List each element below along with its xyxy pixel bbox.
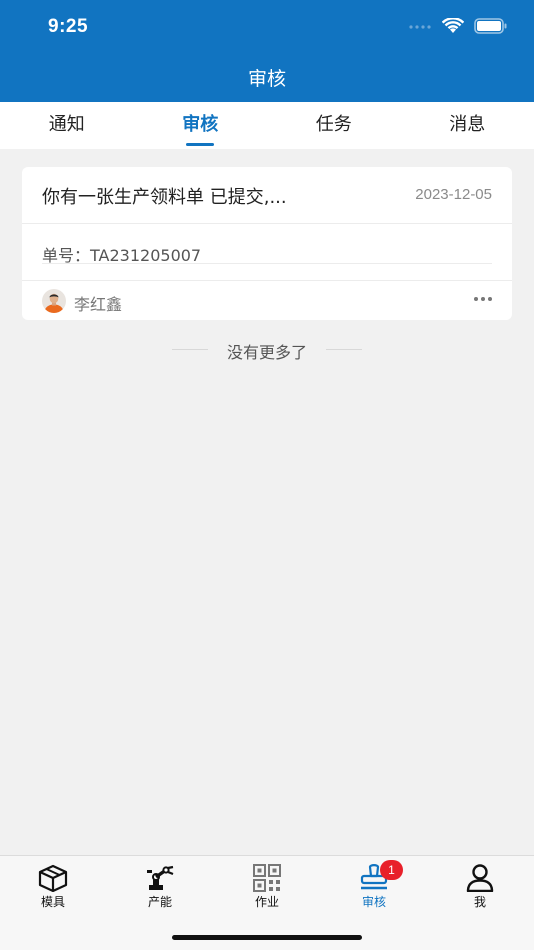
- tabbar-item-me[interactable]: 我: [440, 862, 520, 910]
- more-icon[interactable]: [474, 297, 492, 301]
- tab-messages[interactable]: 消息: [401, 102, 534, 149]
- top-tabs: 通知 审核 任务 消息: [0, 102, 534, 149]
- divider: [326, 349, 362, 350]
- tab-notifications[interactable]: 通知: [0, 102, 134, 149]
- tabbar-item-review[interactable]: 1 审核: [334, 860, 414, 910]
- divider: [22, 280, 512, 281]
- tabbar-item-molds[interactable]: 模具: [13, 862, 93, 910]
- person-icon: [466, 864, 494, 892]
- tab-tasks[interactable]: 任务: [267, 102, 401, 149]
- review-card[interactable]: 你有一张生产领料单 已提交,... 2023-12-05 单号：TA231205…: [22, 167, 512, 320]
- signal-icon: [409, 25, 431, 29]
- page-title: 审核: [247, 68, 286, 90]
- card-user-name: 李红鑫: [74, 295, 123, 314]
- tab-review[interactable]: 审核: [134, 102, 268, 149]
- tabbar-item-capacity[interactable]: 产能: [120, 862, 200, 910]
- divider: [42, 263, 492, 264]
- home-indicator: [172, 935, 362, 940]
- tabbar-item-operations[interactable]: 作业: [227, 862, 307, 910]
- tabbar-label: 产能: [147, 895, 172, 909]
- card-title: 你有一张生产领料单 已提交,...: [42, 187, 287, 208]
- battery-icon: [474, 18, 507, 34]
- divider: [22, 223, 512, 224]
- status-icons: [408, 18, 508, 34]
- card-date: 2023-12-05: [415, 186, 492, 203]
- tabbar-label: 我: [473, 895, 486, 909]
- tabbar-label: 审核: [361, 895, 386, 909]
- tabbar-label: 作业: [254, 895, 279, 909]
- status-time: 9:25: [48, 16, 89, 37]
- wifi-icon: [442, 18, 464, 33]
- box-icon: [38, 864, 68, 892]
- app-header: 9:25 审核: [0, 0, 534, 102]
- avatar: [42, 289, 66, 313]
- qr-code-icon: [253, 864, 281, 892]
- tabbar-label: 模具: [40, 895, 65, 909]
- robot-arm-icon: [147, 865, 174, 890]
- list-end-text: 没有更多了: [226, 343, 307, 362]
- notification-badge: 1: [380, 860, 403, 880]
